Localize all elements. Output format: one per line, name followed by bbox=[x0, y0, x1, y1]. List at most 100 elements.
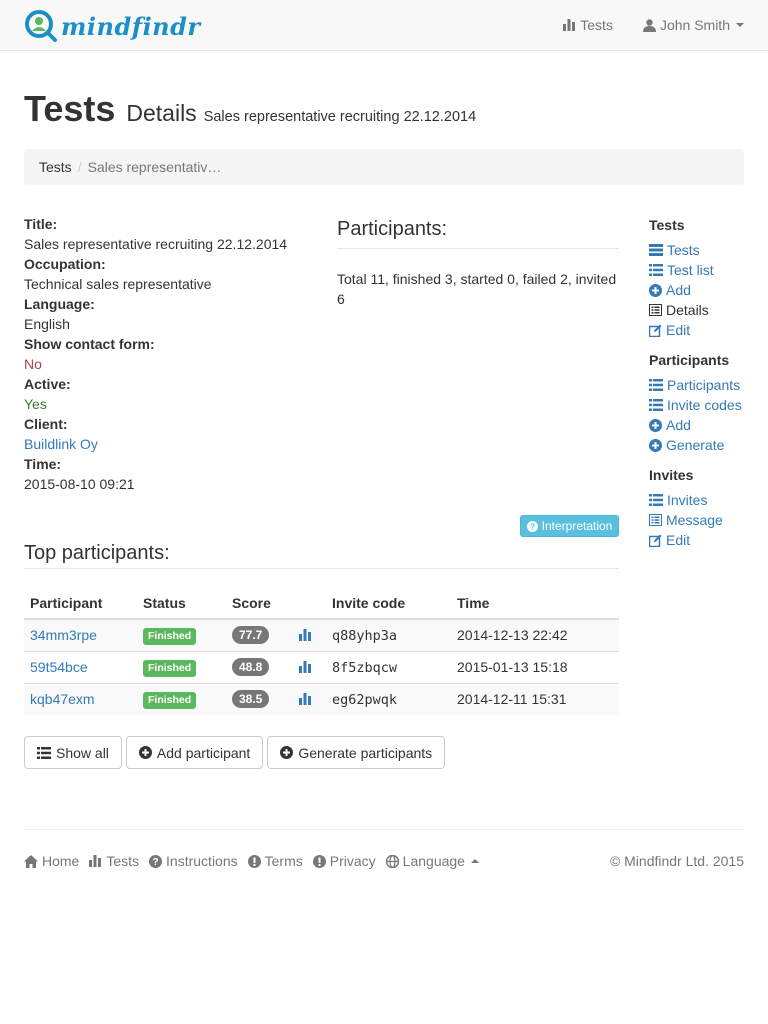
sidebar-item-add-test[interactable]: Add bbox=[649, 280, 759, 300]
list-icon bbox=[649, 399, 663, 411]
sidebar-item-invite-codes[interactable]: Invite codes bbox=[649, 395, 759, 415]
plus-circle-icon bbox=[138, 746, 152, 759]
sidebar-item-label: Details bbox=[666, 302, 709, 318]
column-header-score[interactable]: Score bbox=[226, 588, 293, 620]
score-badge: 48.8 bbox=[232, 658, 270, 676]
column-header-participant[interactable]: Participant bbox=[24, 588, 137, 620]
footer-terms-link[interactable]: Terms bbox=[247, 853, 303, 869]
detail-language-value: English bbox=[24, 316, 70, 332]
interpretation-button[interactable]: ? Interpretation bbox=[520, 515, 619, 537]
brand-logo-text: mindfindr bbox=[61, 11, 201, 41]
list-icon bbox=[649, 379, 663, 391]
add-participant-button[interactable]: Add participant bbox=[125, 736, 264, 769]
sidebar-item-participants[interactable]: Participants bbox=[649, 375, 759, 395]
list-icon bbox=[649, 494, 663, 506]
footer-instructions-link[interactable]: ? Instructions bbox=[149, 853, 238, 869]
sidebar-item-message[interactable]: Message bbox=[649, 510, 759, 530]
sidebar-group-participants: Participants Participants Invite codes A… bbox=[649, 349, 759, 455]
invite-code: q88yhp3a bbox=[332, 627, 398, 644]
edit-icon bbox=[649, 324, 662, 337]
footer-terms-label: Terms bbox=[264, 853, 303, 869]
footer-privacy-link[interactable]: Privacy bbox=[312, 853, 376, 869]
score-badge: 38.5 bbox=[232, 690, 270, 709]
footer-tests-link[interactable]: Tests bbox=[89, 853, 139, 869]
sidebar-group-tests: Tests Tests Test list Add Details Edit bbox=[649, 214, 759, 340]
bar-chart-icon[interactable] bbox=[299, 693, 312, 706]
sidebar-participants-title: Participants bbox=[649, 352, 730, 368]
participants-summary-heading: Participants: bbox=[337, 214, 619, 249]
table-row: 59t54bce Finished 48.8 8f5zbqcw 2015-01-… bbox=[24, 650, 619, 683]
sidebar-item-tests[interactable]: Tests bbox=[649, 240, 759, 260]
top-participants-table: Participant Status Score Invite code Tim… bbox=[24, 588, 619, 715]
list-icon bbox=[649, 264, 663, 276]
sidebar-item-label: Generate bbox=[666, 437, 725, 453]
sidebar-item-generate[interactable]: Generate bbox=[649, 435, 759, 455]
sidebar-item-test-list[interactable]: Test list bbox=[649, 260, 759, 280]
copyright-text: © Mindfindr Ltd. 2015 bbox=[609, 853, 744, 869]
column-header-invite-code[interactable]: Invite code bbox=[326, 588, 451, 620]
footer-language-dropdown[interactable]: Language bbox=[385, 853, 479, 869]
table-row: 34mm3rpe Finished 77.7 q88yhp3a 2014-12-… bbox=[24, 618, 619, 651]
column-header-time[interactable]: Time bbox=[451, 588, 619, 620]
page-title-sub: Details bbox=[126, 100, 197, 126]
sidebar-item-label: Add bbox=[666, 417, 691, 433]
plus-circle-icon bbox=[649, 418, 662, 432]
detail-time-value: 2015-08-10 09:21 bbox=[24, 476, 135, 492]
sidebar-item-label: Edit bbox=[666, 532, 691, 548]
participant-link[interactable]: kqb47exm bbox=[30, 691, 95, 707]
invite-code: 8f5zbqcw bbox=[332, 659, 398, 676]
detail-contact-form-value: No bbox=[24, 356, 42, 372]
sidebar-item-edit-invites[interactable]: Edit bbox=[649, 530, 759, 550]
sidebar-invites-title: Invites bbox=[649, 467, 694, 483]
sidebar-item-label: Message bbox=[666, 512, 723, 528]
nav-tests-link[interactable]: Tests bbox=[563, 17, 613, 33]
participant-link[interactable]: 59t54bce bbox=[30, 659, 88, 675]
exclamation-circle-icon bbox=[312, 854, 326, 868]
svg-text:?: ? bbox=[152, 857, 158, 868]
detail-client-link[interactable]: Buildlink Oy bbox=[24, 434, 314, 454]
person-search-logo-icon bbox=[25, 10, 57, 42]
column-header-chart bbox=[293, 588, 326, 620]
participant-time: 2014-12-11 15:31 bbox=[451, 682, 619, 715]
sidebar-item-details[interactable]: Details bbox=[649, 300, 759, 320]
bar-chart-icon bbox=[89, 855, 102, 867]
sidebar-item-edit-test[interactable]: Edit bbox=[649, 320, 759, 340]
interpretation-label: Interpretation bbox=[541, 519, 613, 533]
sidebar-item-add-participant[interactable]: Add bbox=[649, 415, 759, 435]
participants-summary-text: Total 11, finished 3, started 0, failed … bbox=[337, 271, 617, 307]
plus-circle-icon bbox=[649, 438, 662, 452]
invite-code: eg62pwqk bbox=[332, 691, 398, 708]
add-participant-label: Add participant bbox=[156, 744, 251, 761]
participant-link[interactable]: 34mm3rpe bbox=[30, 627, 97, 643]
footer-tests-label: Tests bbox=[106, 853, 140, 869]
breadcrumb-tests-link[interactable]: Tests bbox=[39, 159, 72, 175]
footer-home-link[interactable]: Home bbox=[24, 853, 79, 869]
column-header-status[interactable]: Status bbox=[137, 588, 226, 620]
tasks-icon bbox=[649, 244, 663, 256]
sidebar-item-invites[interactable]: Invites bbox=[649, 490, 759, 510]
show-all-button[interactable]: Show all bbox=[24, 736, 122, 769]
top-participants-heading: Top participants: bbox=[24, 540, 619, 569]
sidebar-item-label: Edit bbox=[666, 322, 691, 338]
page-title: Tests Details Sales representative recru… bbox=[24, 88, 476, 130]
exclamation-circle-icon bbox=[247, 854, 261, 868]
detail-title-value: Sales representative recruiting 22.12.20… bbox=[24, 236, 288, 252]
bar-chart-icon[interactable] bbox=[299, 629, 312, 642]
sidebar-item-label: Add bbox=[666, 282, 691, 298]
breadcrumb: Tests / Sales representativ… bbox=[24, 149, 744, 185]
question-circle-icon: ? bbox=[149, 854, 163, 868]
bar-chart-icon[interactable] bbox=[299, 661, 312, 673]
brand-logo[interactable]: mindfindr bbox=[24, 9, 201, 43]
breadcrumb-current: Sales representativ… bbox=[87, 159, 222, 175]
sidebar-group-invites: Invites Invites Message Edit bbox=[649, 464, 759, 550]
score-badge: 77.7 bbox=[232, 626, 270, 645]
test-details: Title: Sales representative recruiting 2… bbox=[24, 214, 314, 494]
table-row: kqb47exm Finished 38.5 eg62pwqk 2014-12-… bbox=[24, 682, 619, 715]
generate-participants-button[interactable]: Generate participants bbox=[267, 736, 446, 769]
footer-divider bbox=[24, 829, 744, 830]
user-menu-dropdown[interactable]: John Smith bbox=[642, 17, 744, 33]
detail-title-label: Title: bbox=[24, 216, 58, 232]
participants-summary: Participants: Total 11, finished 3, star… bbox=[337, 214, 619, 309]
show-all-label: Show all bbox=[56, 744, 109, 761]
detail-active-label: Active: bbox=[24, 376, 71, 392]
